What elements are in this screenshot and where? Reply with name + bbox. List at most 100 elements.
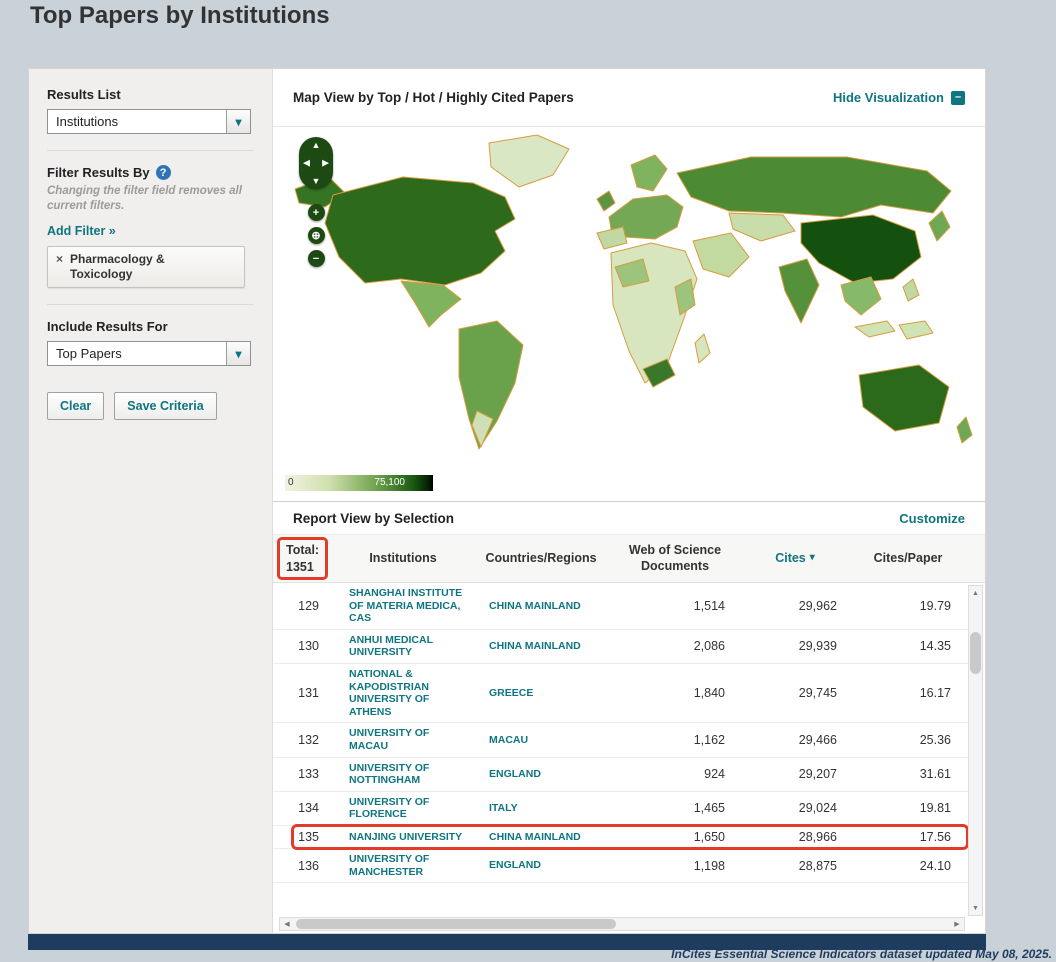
- map-region-philippines[interactable]: [902, 278, 920, 302]
- map-region-russia[interactable]: [676, 156, 952, 218]
- country-cell: CHINA MAINLAND: [489, 599, 581, 612]
- rank-cell: 132: [298, 732, 319, 747]
- documents-cell: 1,465: [693, 801, 725, 816]
- column-header-cites-paper[interactable]: Cites/Paper: [851, 551, 965, 567]
- scroll-right-icon[interactable]: ▶: [950, 918, 964, 930]
- cites-cell: 29,024: [798, 801, 837, 816]
- column-header-cites[interactable]: Cites ▾: [739, 551, 851, 567]
- pan-right-icon[interactable]: ▶: [322, 158, 329, 169]
- zoom-in-button[interactable]: +: [307, 204, 325, 221]
- rank-cell: 129: [298, 598, 319, 613]
- criteria-buttons: Clear Save Criteria: [47, 392, 254, 421]
- add-filter-link[interactable]: Add Filter »: [47, 224, 116, 238]
- scroll-left-icon[interactable]: ◀: [280, 918, 294, 930]
- filter-note: Changing the filter field removes all cu…: [47, 185, 242, 213]
- horizontal-scrollbar-thumb[interactable]: [296, 919, 616, 929]
- institution-link[interactable]: UNIVERSITY OF MANCHESTER: [335, 853, 471, 878]
- customize-link[interactable]: Customize: [899, 511, 965, 526]
- hide-visualization-label: Hide Visualization: [832, 90, 944, 105]
- map-region-north-america[interactable]: [324, 176, 516, 286]
- cites-header-label: Cites: [775, 550, 806, 565]
- map-region-indonesia-east[interactable]: [898, 320, 934, 340]
- collapse-icon[interactable]: –: [951, 90, 965, 105]
- cites-per-paper-cell: 19.79: [919, 598, 951, 613]
- scroll-up-icon[interactable]: ▲: [969, 586, 982, 600]
- map-region-new-zealand[interactable]: [956, 416, 973, 444]
- filter-by-label: Filter Results By: [47, 165, 150, 180]
- map-region-indonesia-west[interactable]: [854, 320, 896, 338]
- institution-link[interactable]: NANJING UNIVERSITY: [335, 831, 471, 844]
- map-region-india[interactable]: [778, 258, 820, 324]
- remove-filter-icon[interactable]: ×: [56, 252, 63, 267]
- institution-link[interactable]: UNIVERSITY OF FLORENCE: [335, 796, 471, 821]
- map-region-scandinavia[interactable]: [630, 154, 668, 192]
- clear-button[interactable]: Clear: [47, 392, 105, 421]
- pan-down-icon[interactable]: ▼: [312, 176, 321, 186]
- help-icon[interactable]: ?: [155, 165, 171, 180]
- cites-per-paper-cell: 31.61: [919, 767, 951, 782]
- pan-left-icon[interactable]: ◀: [303, 158, 310, 169]
- report-view-title: Report View by Selection: [293, 510, 455, 526]
- table-row-highlighted: 135 NANJING UNIVERSITY CHINA MAINLAND 1,…: [273, 823, 969, 850]
- documents-cell: 1,650: [693, 829, 725, 844]
- map-region-greenland[interactable]: [488, 134, 570, 188]
- map-region-mexico[interactable]: [400, 280, 462, 328]
- map-region-australia[interactable]: [858, 364, 950, 432]
- total-label: Total:: [286, 543, 320, 558]
- scroll-down-icon[interactable]: ▼: [969, 901, 982, 915]
- table-row: 133 UNIVERSITY OF NOTTINGHAM ENGLAND 924…: [273, 758, 969, 792]
- rank-cell: 134: [298, 801, 319, 816]
- hide-visualization-link[interactable]: Hide Visualization –: [833, 90, 965, 105]
- map-region-uk[interactable]: [596, 190, 616, 212]
- table-row: 129 SHANGHAI INSTITUTE OF MATERIA MEDICA…: [273, 583, 969, 630]
- map-region-middle-east[interactable]: [692, 232, 750, 278]
- institution-link[interactable]: ANHUI MEDICAL UNIVERSITY: [335, 634, 471, 659]
- include-results-select[interactable]: Top Papers ▾: [47, 341, 251, 367]
- map-visualization[interactable]: ▲ ◀ ▶ ▼ + ⊕ − 0 75,100: [273, 127, 985, 501]
- chevron-down-icon[interactable]: ▾: [226, 110, 250, 133]
- vertical-scrollbar-thumb[interactable]: [970, 632, 981, 674]
- map-controls: ▲ ◀ ▶ ▼ + ⊕ −: [299, 137, 333, 267]
- column-header-documents[interactable]: Web of Science Documents: [611, 543, 739, 574]
- cites-cell: 28,966: [798, 829, 837, 844]
- map-region-china[interactable]: [800, 214, 922, 284]
- column-header-countries[interactable]: Countries/Regions: [471, 551, 611, 567]
- cites-per-paper-cell: 25.36: [919, 732, 951, 747]
- map-region-japan[interactable]: [928, 210, 951, 242]
- map-region-madagascar[interactable]: [694, 333, 711, 364]
- institution-link[interactable]: UNIVERSITY OF NOTTINGHAM: [335, 762, 471, 787]
- table-body: 129 SHANGHAI INSTITUTE OF MATERIA MEDICA…: [273, 583, 969, 917]
- country-cell: GREECE: [489, 686, 534, 699]
- horizontal-scrollbar[interactable]: ◀ ▶: [279, 917, 965, 931]
- scale-min-label: 0: [288, 477, 294, 488]
- documents-cell: 1,162: [693, 732, 725, 747]
- world-map[interactable]: [281, 131, 981, 461]
- map-view-title: Map View by Top / Hot / Highly Cited Pap…: [293, 90, 574, 105]
- country-cell: ENGLAND: [489, 859, 541, 872]
- map-view-header: Map View by Top / Hot / Highly Cited Pap…: [273, 69, 985, 127]
- results-list-select[interactable]: Institutions ▾: [47, 109, 251, 134]
- include-results-label: Include Results For: [47, 319, 168, 335]
- zoom-out-button[interactable]: −: [307, 250, 325, 267]
- table-row: 132 UNIVERSITY OF MACAU MACAU 1,162 29,4…: [273, 723, 969, 758]
- chevron-down-icon[interactable]: ▾: [226, 342, 250, 366]
- vertical-scrollbar[interactable]: ▲ ▼: [968, 585, 983, 916]
- documents-cell: 2,086: [693, 639, 725, 654]
- map-region-central-asia[interactable]: [728, 212, 796, 242]
- institution-link[interactable]: NATIONAL & KAPODISTRIAN UNIVERSITY OF AT…: [335, 668, 471, 718]
- map-region-iberia[interactable]: [596, 226, 628, 250]
- map-region-south-america[interactable]: [458, 320, 524, 450]
- map-region-southeast-asia[interactable]: [840, 276, 882, 316]
- table-row: 130 ANHUI MEDICAL UNIVERSITY CHINA MAINL…: [273, 630, 969, 664]
- pan-up-icon[interactable]: ▲: [312, 140, 321, 150]
- results-list-label: Results List: [47, 87, 121, 102]
- documents-cell: 1,198: [693, 858, 725, 873]
- institution-link[interactable]: UNIVERSITY OF MACAU: [335, 727, 471, 752]
- rank-cell: 135: [298, 829, 319, 844]
- cites-per-paper-cell: 14.35: [919, 639, 951, 654]
- institution-link[interactable]: SHANGHAI INSTITUTE OF MATERIA MEDICA, CA…: [335, 587, 471, 625]
- column-header-institutions[interactable]: Institutions: [335, 551, 471, 567]
- map-pan-control[interactable]: ▲ ◀ ▶ ▼: [299, 137, 333, 189]
- globe-reset-button[interactable]: ⊕: [307, 227, 325, 244]
- save-criteria-button[interactable]: Save Criteria: [114, 392, 217, 421]
